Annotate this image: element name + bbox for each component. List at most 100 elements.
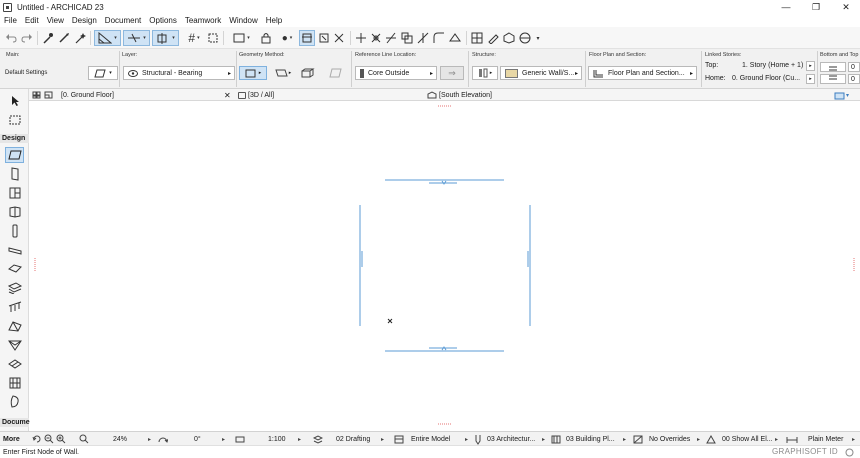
zoom-dropdown-icon[interactable]: ▸ xyxy=(145,432,151,446)
document-section-label[interactable]: Docume xyxy=(0,418,30,427)
bottom-offset-field[interactable]: 0 xyxy=(848,62,860,72)
stair-tool-icon[interactable] xyxy=(5,280,24,296)
layer-combination-value[interactable]: 02 Drafting xyxy=(336,432,370,446)
3d-icon[interactable] xyxy=(502,30,516,46)
restore-button[interactable]: ❐ xyxy=(803,0,829,14)
orientation-dropdown-icon[interactable]: ▸ xyxy=(219,432,225,446)
tab-navigator-icons[interactable] xyxy=(32,89,53,101)
split-icon[interactable] xyxy=(384,30,398,46)
structure-type-button[interactable]: ▸ xyxy=(472,66,498,80)
window-tool-icon[interactable] xyxy=(5,185,24,201)
tab-ground-floor[interactable]: [0. Ground Floor] xyxy=(61,89,114,101)
zoom-value[interactable]: 24% xyxy=(113,432,127,446)
menu-help[interactable]: Help xyxy=(262,14,286,27)
geometry-straight-button[interactable]: ▸ xyxy=(239,66,267,80)
selection-method-icon[interactable]: ▾ xyxy=(228,30,255,46)
slab-tool-icon[interactable] xyxy=(5,261,24,277)
top-story-arrow[interactable]: ▸ xyxy=(806,61,815,71)
adjust-icon[interactable] xyxy=(354,30,368,46)
column-tool-icon[interactable] xyxy=(5,223,24,239)
intersect-icon[interactable] xyxy=(369,30,383,46)
trim-icon[interactable] xyxy=(416,30,430,46)
bottom-offset-icon[interactable] xyxy=(820,62,846,72)
menu-document[interactable]: Document xyxy=(101,14,145,27)
zoom-controls[interactable] xyxy=(32,432,66,446)
pick-up-parameters-icon[interactable] xyxy=(41,30,55,46)
minimize-button[interactable]: — xyxy=(773,0,799,14)
lock-icon[interactable] xyxy=(258,30,274,46)
menu-options[interactable]: Options xyxy=(145,14,181,27)
toolbar-overflow-icon[interactable]: ▾ xyxy=(533,30,543,46)
building-material-select[interactable]: Generic Wall/S... ▸ xyxy=(500,66,582,80)
roof-tool-icon[interactable] xyxy=(5,318,24,334)
graphisoft-id-link[interactable]: GRAPHISOFT ID xyxy=(772,447,838,456)
arrow-tool-icon[interactable] xyxy=(5,93,24,109)
railing-tool-icon[interactable] xyxy=(5,299,24,315)
model-view-options-value[interactable]: 03 Building Pl... xyxy=(566,432,615,446)
scale-value[interactable]: 1:100 xyxy=(268,432,286,446)
model-view-dropdown-icon[interactable]: ▸ xyxy=(462,432,468,446)
home-story-arrow[interactable]: ▸ xyxy=(806,74,815,84)
menu-teamwork[interactable]: Teamwork xyxy=(181,14,225,27)
graphisoft-id-icon[interactable] xyxy=(845,448,854,458)
pencil-icon[interactable] xyxy=(486,30,500,46)
morph-tool-icon[interactable] xyxy=(5,394,24,410)
scale-dropdown-icon[interactable]: ▸ xyxy=(295,432,301,446)
trace-reference-icon[interactable] xyxy=(299,30,315,46)
design-section-label[interactable]: Design xyxy=(0,134,29,143)
renovation-filter-dropdown-icon[interactable]: ▸ xyxy=(772,432,778,446)
more-tools-label[interactable]: More xyxy=(3,432,20,446)
menu-view[interactable]: View xyxy=(43,14,68,27)
fit-in-window-icon[interactable] xyxy=(79,432,89,446)
geometry-trapezoid-icon[interactable]: ▸ xyxy=(270,66,296,80)
geometry-slanted-icon[interactable] xyxy=(325,66,347,80)
curtain-wall-tool-icon[interactable] xyxy=(5,375,24,391)
menu-design[interactable]: Design xyxy=(68,14,101,27)
skylight-tool-icon[interactable] xyxy=(5,356,24,372)
tab-3d-all-container[interactable]: [3D / All] xyxy=(238,89,274,101)
floor-plan-section-select[interactable]: Floor Plan and Section... ▸ xyxy=(588,66,697,80)
orientation-value[interactable]: 0° xyxy=(194,432,201,446)
door-tool-icon[interactable] xyxy=(5,166,24,182)
reference-line-select[interactable]: Core Outside ▸ xyxy=(355,66,437,80)
settings-gear-icon[interactable]: ● ▾ xyxy=(276,30,298,46)
tab-close-icon[interactable]: ✕ xyxy=(224,89,231,101)
rotate-view-icon[interactable] xyxy=(158,432,168,446)
cross-icon[interactable] xyxy=(332,30,346,46)
undo-icon[interactable] xyxy=(4,30,18,46)
flip-reference-button[interactable]: ⇒ xyxy=(440,66,464,80)
dimension-value[interactable]: Plain Meter xyxy=(808,432,843,446)
geometry-box-icon[interactable] xyxy=(299,66,317,80)
wall-tool-icon[interactable] xyxy=(5,147,24,163)
floor-plan-canvas[interactable] xyxy=(30,101,860,431)
grid-display-icon[interactable] xyxy=(470,30,484,46)
pen-set-value[interactable]: 03 Architectur... xyxy=(487,432,535,446)
dimension-dropdown-icon[interactable]: ▸ xyxy=(849,432,855,446)
guide-lines-button[interactable]: ▾ xyxy=(94,30,121,46)
top-offset-field[interactable]: 0 xyxy=(848,74,860,84)
menu-window[interactable]: Window xyxy=(225,14,261,27)
resize-icon[interactable] xyxy=(400,30,414,46)
marquee-tool-icon[interactable] xyxy=(5,112,24,128)
fillet-icon[interactable] xyxy=(432,30,446,46)
suspend-groups-icon[interactable] xyxy=(207,30,218,46)
home-story-value[interactable]: 0. Ground Floor (Cu... xyxy=(732,75,800,82)
top-story-value[interactable]: 1. Story (Home + 1) xyxy=(742,62,803,69)
model-view-options-dropdown-icon[interactable]: ▸ xyxy=(620,432,626,446)
tab-list-dropdown[interactable] xyxy=(834,89,850,101)
top-offset-icon[interactable] xyxy=(820,74,846,84)
layer-select[interactable]: Structural - Bearing ▸ xyxy=(123,66,235,80)
tab-south-elevation-container[interactable]: [South Elevation] xyxy=(427,89,492,101)
inject-parameters-icon[interactable] xyxy=(57,30,71,46)
snap-points-button[interactable]: ▾ xyxy=(152,30,179,46)
object-tool-icon[interactable] xyxy=(5,204,24,220)
offset-icon[interactable] xyxy=(448,30,462,46)
menu-edit[interactable]: Edit xyxy=(21,14,43,27)
magic-wand-icon[interactable] xyxy=(73,30,87,46)
globe-icon[interactable] xyxy=(518,30,532,46)
graphic-override-dropdown-icon[interactable]: ▸ xyxy=(694,432,700,446)
wall-settings-button[interactable]: ▾ xyxy=(88,66,118,80)
layer-combination-dropdown-icon[interactable]: ▸ xyxy=(378,432,384,446)
pen-set-dropdown-icon[interactable]: ▸ xyxy=(539,432,545,446)
shell-tool-icon[interactable] xyxy=(5,337,24,353)
